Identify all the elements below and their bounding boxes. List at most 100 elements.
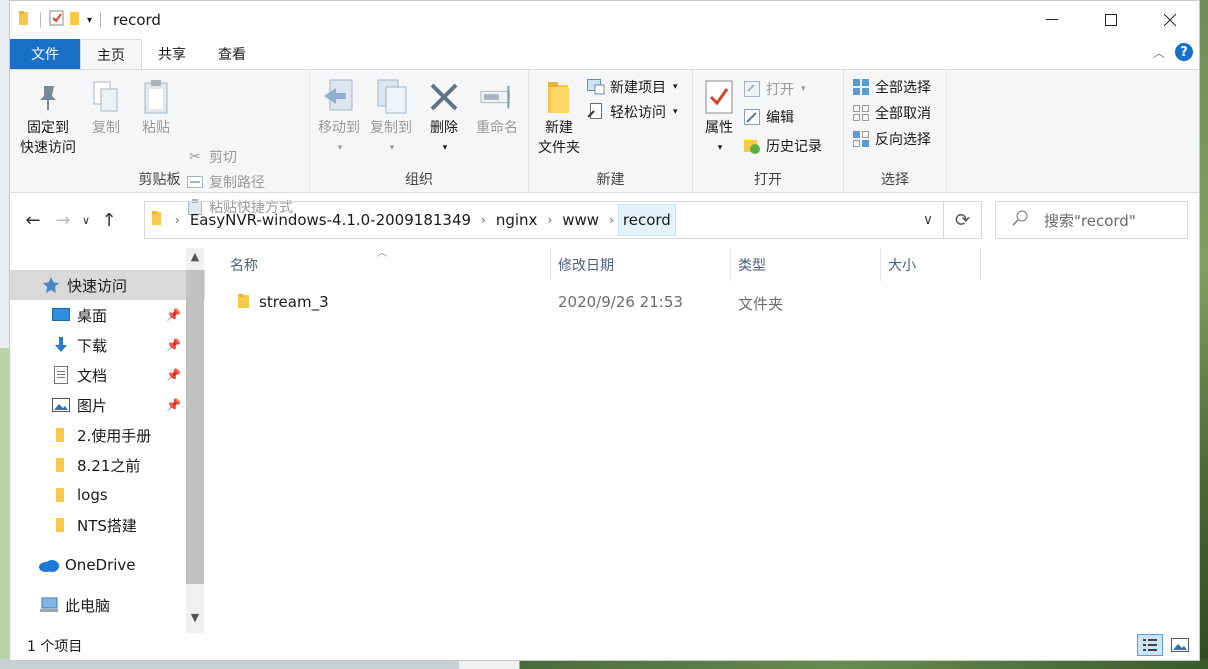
new-folder-button[interactable]: 新建 文件夹 bbox=[533, 78, 585, 158]
open-group-label: 打开 bbox=[754, 172, 782, 188]
cut-button[interactable]: ✂ 剪切 bbox=[186, 146, 237, 168]
search-input[interactable]: 搜索"record" bbox=[995, 201, 1188, 239]
folder-icon bbox=[151, 210, 165, 230]
rename-button[interactable]: 重命名 bbox=[470, 78, 524, 138]
move-to-icon bbox=[322, 78, 356, 116]
edit-button[interactable]: 编辑 bbox=[743, 106, 794, 128]
copy-to-icon bbox=[374, 78, 408, 116]
sidebar-item-desktop[interactable]: 桌面 📌 bbox=[10, 300, 205, 330]
navigation-pane: 快速访问 桌面 📌 下载 📌 文档 📌 图片 📌 2.使用手册 8.21之前 l… bbox=[10, 248, 205, 633]
help-icon[interactable]: ? bbox=[1175, 43, 1193, 61]
breadcrumb-item[interactable]: nginx bbox=[490, 211, 544, 229]
invert-selection-icon bbox=[852, 130, 870, 148]
scroll-up-arrow-icon[interactable]: ▲ bbox=[186, 250, 204, 270]
select-none-button[interactable]: 全部取消 bbox=[852, 102, 931, 124]
minimize-button[interactable] bbox=[1022, 1, 1081, 39]
sidebar-item-this-pc[interactable]: 此电脑 bbox=[10, 590, 205, 620]
large-icons-view-icon[interactable] bbox=[1167, 634, 1193, 656]
chevron-right-icon[interactable]: › bbox=[477, 213, 490, 227]
refresh-icon[interactable]: ⟳ bbox=[943, 202, 981, 238]
paste-button[interactable]: 粘贴 bbox=[134, 78, 178, 138]
sidebar-item-downloads[interactable]: 下载 📌 bbox=[10, 330, 205, 360]
history-button[interactable]: 历史记录 bbox=[743, 135, 822, 157]
address-bar[interactable]: › EasyNVR-windows-4.1.0-2009181349 › ngi… bbox=[144, 201, 982, 239]
tab-view[interactable]: 查看 bbox=[202, 39, 262, 69]
select-group-label: 选择 bbox=[881, 172, 909, 188]
tab-home[interactable]: 主页 bbox=[80, 39, 142, 69]
paste-icon bbox=[139, 78, 173, 116]
desktop-icon bbox=[50, 306, 72, 324]
easy-access-button[interactable]: 轻松访问 ▾ bbox=[587, 101, 678, 123]
select-all-icon bbox=[852, 78, 870, 96]
move-to-button[interactable]: 移动到 ▾ bbox=[314, 78, 364, 158]
tab-share[interactable]: 共享 bbox=[142, 39, 202, 69]
document-icon bbox=[50, 366, 72, 384]
picture-icon bbox=[50, 396, 72, 414]
column-headers: ︿ 名称 修改日期 类型 大小 bbox=[205, 248, 1199, 281]
forward-arrow-icon[interactable]: → bbox=[48, 210, 78, 231]
recent-locations-chevron-icon[interactable]: ∨ bbox=[78, 214, 94, 227]
copy-icon bbox=[89, 78, 123, 116]
column-header-modified[interactable]: 修改日期 bbox=[551, 248, 731, 281]
table-row[interactable]: stream_3 2020/9/26 21:53 文件夹 bbox=[205, 289, 1199, 317]
properties-check-icon bbox=[702, 78, 736, 116]
sidebar-item-folder[interactable]: NTS搭建 bbox=[10, 510, 205, 540]
history-icon bbox=[743, 137, 761, 155]
address-dropdown-icon[interactable]: ∨ bbox=[913, 212, 943, 228]
new-group: 新建 文件夹 新建项目 ▾ 轻松访问 ▾ 新建 bbox=[529, 70, 693, 192]
copy-to-button[interactable]: 复制到 ▾ bbox=[366, 78, 416, 158]
sidebar-item-folder[interactable]: 2.使用手册 bbox=[10, 420, 205, 450]
chevron-right-icon[interactable]: › bbox=[171, 213, 184, 227]
up-arrow-icon[interactable]: ↑ bbox=[94, 210, 124, 231]
star-icon bbox=[40, 276, 62, 294]
open-button[interactable]: 打开 ▾ bbox=[743, 78, 806, 100]
properties-icon[interactable] bbox=[49, 10, 65, 30]
chevron-right-icon[interactable]: › bbox=[543, 213, 556, 227]
folder-icon bbox=[50, 456, 72, 474]
maximize-button[interactable] bbox=[1081, 1, 1140, 39]
breadcrumb-current[interactable]: record bbox=[617, 204, 676, 236]
breadcrumb-item[interactable]: EasyNVR-windows-4.1.0-2009181349 bbox=[184, 211, 477, 229]
open-icon bbox=[743, 80, 761, 98]
pin-to-quick-access-button[interactable]: 固定到 快速访问 bbox=[16, 78, 80, 158]
delete-button[interactable]: 删除 ▾ bbox=[424, 78, 464, 158]
pin-icon: 📌 bbox=[166, 308, 181, 322]
file-modified: 2020/9/26 21:53 bbox=[558, 293, 683, 311]
clipboard-group-label: 剪贴板 bbox=[138, 172, 181, 188]
sidebar-item-folder[interactable]: 8.21之前 bbox=[10, 450, 205, 480]
copy-button[interactable]: 复制 bbox=[84, 78, 128, 138]
new-item-button[interactable]: 新建项目 ▾ bbox=[587, 76, 678, 98]
new-group-label: 新建 bbox=[596, 172, 625, 188]
select-all-button[interactable]: 全部选择 bbox=[852, 76, 931, 98]
sidebar-item-documents[interactable]: 文档 📌 bbox=[10, 360, 205, 390]
column-header-size[interactable]: 大小 bbox=[881, 248, 981, 281]
back-arrow-icon[interactable]: ← bbox=[18, 210, 48, 231]
column-header-type[interactable]: 类型 bbox=[731, 248, 881, 281]
sidebar-item-onedrive[interactable]: OneDrive bbox=[10, 550, 205, 580]
folder-icon bbox=[50, 486, 72, 504]
properties-button[interactable]: 属性 ▾ bbox=[699, 78, 739, 158]
item-count: 1 个项目 bbox=[27, 638, 83, 655]
cloud-icon bbox=[38, 556, 60, 574]
sidebar-item-pictures[interactable]: 图片 📌 bbox=[10, 390, 205, 420]
new-folder-icon[interactable] bbox=[69, 10, 83, 30]
desktop-background-left bbox=[0, 0, 9, 669]
qat-customize-icon[interactable]: ▾ bbox=[87, 15, 92, 26]
ribbon-tabs: 文件 主页 共享 查看 ︿ ? bbox=[10, 39, 1199, 69]
navigation-scrollbar[interactable]: ▲ ▼ bbox=[186, 248, 204, 633]
scrollbar-thumb[interactable] bbox=[186, 270, 204, 584]
sidebar-item-quick-access[interactable]: 快速访问 bbox=[10, 270, 205, 300]
details-view-icon[interactable] bbox=[1137, 634, 1163, 656]
organize-group-label: 组织 bbox=[405, 172, 433, 188]
column-header-name[interactable]: 名称 bbox=[223, 248, 551, 281]
invert-selection-button[interactable]: 反向选择 bbox=[852, 128, 931, 150]
tab-file[interactable]: 文件 bbox=[10, 39, 80, 69]
new-item-icon bbox=[587, 78, 605, 96]
sidebar-item-folder[interactable]: logs bbox=[10, 480, 205, 510]
scroll-down-arrow-icon[interactable]: ▼ bbox=[186, 611, 204, 631]
collapse-ribbon-icon[interactable]: ︿ bbox=[1153, 44, 1165, 61]
chevron-right-icon[interactable]: › bbox=[605, 213, 618, 227]
breadcrumb-item[interactable]: www bbox=[556, 211, 605, 229]
close-button[interactable] bbox=[1140, 1, 1199, 39]
select-group: 全部选择 全部取消 反向选择 选择 bbox=[844, 70, 947, 192]
